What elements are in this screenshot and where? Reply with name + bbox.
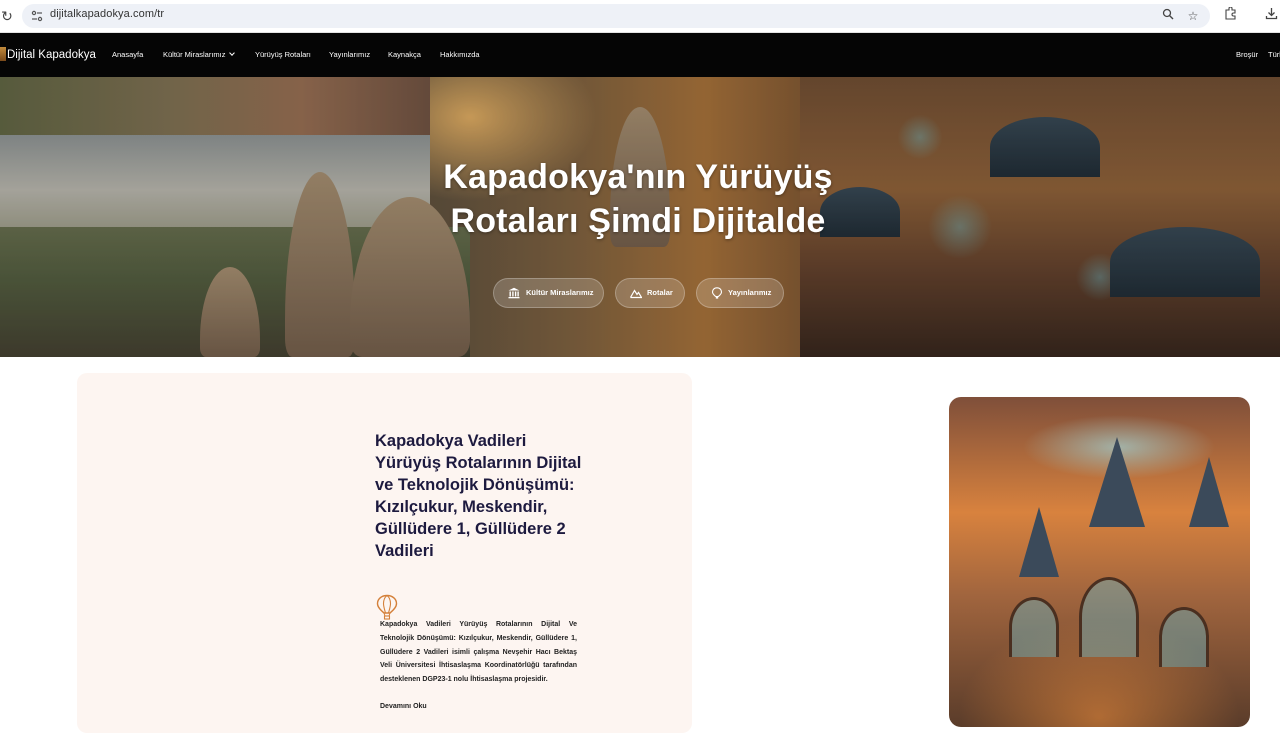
spire-shape	[1019, 507, 1059, 577]
url-text[interactable]: dijitalkapadokya.com/tr	[50, 8, 164, 20]
nav-publications[interactable]: Yayınlarımız	[329, 50, 370, 59]
star-icon[interactable]: ☆	[1185, 8, 1201, 24]
hero-routes-label: Rotalar	[647, 288, 673, 297]
hero-title: Kapadokya'nın Yürüyüş Rotaları Şimdi Dij…	[443, 158, 833, 240]
mountain-icon	[630, 289, 642, 299]
extensions-icon[interactable]	[1221, 6, 1239, 25]
site-info-icon[interactable]	[30, 9, 44, 23]
language-selector[interactable]: Türk	[1268, 50, 1280, 59]
nav-references[interactable]: Kaynakça	[388, 50, 421, 59]
spire-shape	[1089, 437, 1145, 527]
hero-heritage-label: Kültür Miraslarımız	[526, 288, 594, 297]
nav-about[interactable]: Hakkımızda	[440, 50, 480, 59]
arch-shape	[1009, 597, 1059, 657]
hero-publications-button[interactable]: Yayınlarımız	[696, 278, 784, 308]
site-nav: Dijital Kapadokya Anasayfa Kültür Mirasl…	[0, 33, 1280, 77]
chevron-down-icon	[228, 50, 235, 56]
hero-publications-label: Yayınlarımız	[728, 288, 772, 297]
balloon-icon	[711, 287, 723, 299]
hero-routes-button[interactable]: Rotalar	[615, 278, 685, 308]
nav-brochure[interactable]: Broşür	[1236, 50, 1258, 59]
download-icon[interactable]	[1262, 7, 1280, 25]
browser-toolbar: ↻ dijitalkapadokya.com/tr ☆	[0, 0, 1280, 33]
hot-air-balloon-icon	[376, 594, 398, 620]
nav-heritage[interactable]: Kültür Miraslarımız	[163, 50, 235, 59]
nav-home[interactable]: Anasayfa	[112, 50, 143, 59]
nav-heritage-label: Kültür Miraslarımız	[163, 50, 226, 59]
address-bar[interactable]: dijitalkapadokya.com/tr ☆	[22, 4, 1210, 28]
logo-text: Dijital Kapadokya	[7, 49, 96, 61]
reload-icon[interactable]: ↻	[0, 7, 16, 25]
arch-shape	[1159, 607, 1209, 667]
arch-shape	[1079, 577, 1139, 657]
hero-banner: Kapadokya'nın Yürüyüş Rotaları Şimdi Dij…	[0, 77, 1280, 357]
read-more-link[interactable]: Devamını Oku	[380, 703, 427, 710]
digital-cappadocia-image	[949, 397, 1250, 727]
spire-shape	[1189, 457, 1229, 527]
project-description: Kapadokya Vadileri Yürüyüş Rotalarının D…	[380, 621, 577, 684]
museum-icon	[508, 287, 520, 299]
zoom-icon[interactable]	[1160, 8, 1176, 24]
project-title: Kapadokya Vadileri Yürüyüş Rotalarının D…	[375, 432, 582, 560]
logo-mark-icon	[0, 47, 6, 61]
hero-heritage-button[interactable]: Kültür Miraslarımız	[493, 278, 604, 308]
site-logo[interactable]: Dijital Kapadokya	[0, 47, 96, 61]
nav-routes[interactable]: Yürüyüş Rotaları	[255, 50, 311, 59]
